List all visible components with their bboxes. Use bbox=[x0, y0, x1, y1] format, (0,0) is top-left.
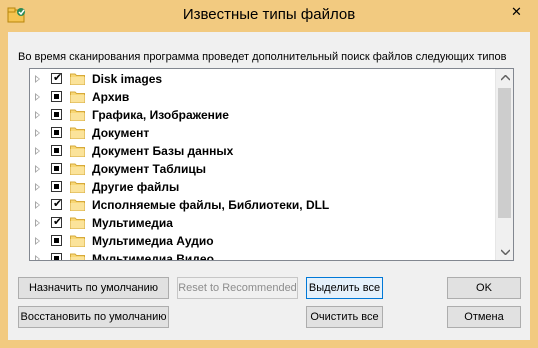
tree-item-label: Мультимедиа bbox=[92, 216, 173, 230]
tree-item[interactable]: Другие файлы bbox=[30, 178, 494, 196]
set-default-button[interactable]: Назначить по умолчанию bbox=[18, 277, 169, 299]
tree-item-label: Disk images bbox=[92, 72, 163, 86]
dialog-window: Известные типы файлов ✕ Во время сканиро… bbox=[0, 0, 538, 348]
tree-item[interactable]: ✔ Disk images bbox=[30, 70, 494, 88]
tree-item-label: Исполняемые файлы, Библиотеки, DLL bbox=[92, 198, 330, 212]
reset-recommended-button[interactable]: Reset to Recommended bbox=[177, 277, 298, 299]
scroll-down-button[interactable] bbox=[496, 243, 513, 260]
item-checkbox[interactable]: ✔ bbox=[51, 215, 63, 228]
item-checkbox[interactable] bbox=[51, 235, 62, 246]
expand-arrow-icon[interactable] bbox=[35, 129, 40, 137]
indeterminate-icon bbox=[54, 112, 59, 117]
tree-item-label: Мультимедиа Аудио bbox=[92, 234, 214, 248]
expand-arrow-icon[interactable] bbox=[35, 219, 40, 227]
folder-icon bbox=[70, 199, 85, 211]
window-title: Известные типы файлов bbox=[182, 6, 356, 23]
arrow-down-icon bbox=[500, 248, 510, 255]
tree-item[interactable]: Архив bbox=[30, 88, 494, 106]
item-checkbox[interactable] bbox=[51, 91, 62, 102]
close-button[interactable]: ✕ bbox=[495, 0, 538, 25]
folder-icon bbox=[70, 235, 85, 247]
scroll-thumb[interactable] bbox=[498, 88, 511, 218]
select-all-button[interactable]: Выделить все bbox=[306, 277, 383, 299]
scroll-up-button[interactable] bbox=[496, 69, 513, 86]
folder-icon bbox=[70, 127, 85, 139]
folder-icon bbox=[70, 91, 85, 103]
tree-item[interactable]: Мультимедиа Видео bbox=[30, 250, 494, 261]
restore-default-button[interactable]: Восстановить по умолчанию bbox=[18, 306, 169, 328]
expand-arrow-icon[interactable] bbox=[35, 165, 40, 173]
item-checkbox[interactable]: ✔ bbox=[51, 71, 63, 84]
tree-item-label: Документ bbox=[92, 126, 150, 140]
expand-arrow-icon[interactable] bbox=[35, 201, 40, 209]
item-checkbox[interactable] bbox=[51, 145, 62, 156]
tree-item-label: Архив bbox=[92, 90, 130, 104]
tree-item[interactable]: Мультимедиа Аудио bbox=[30, 232, 494, 250]
arrow-up-icon bbox=[500, 74, 510, 81]
checkmark-icon: ✔ bbox=[53, 197, 63, 210]
item-checkbox[interactable] bbox=[51, 253, 62, 260]
checkmark-icon: ✔ bbox=[53, 71, 63, 84]
tree-item[interactable]: Документ Таблицы bbox=[30, 160, 494, 178]
indeterminate-icon bbox=[54, 130, 59, 135]
description-text: Во время сканирования программа проведет… bbox=[18, 51, 507, 63]
folder-icon bbox=[70, 145, 85, 157]
item-checkbox[interactable] bbox=[51, 109, 62, 120]
folder-icon bbox=[70, 109, 85, 121]
expand-arrow-icon[interactable] bbox=[35, 255, 40, 260]
tree-item-label: Документ Базы данных bbox=[92, 144, 234, 158]
item-checkbox[interactable] bbox=[51, 127, 62, 138]
tree-item[interactable]: ✔ Исполняемые файлы, Библиотеки, DLL bbox=[30, 196, 494, 214]
title-bar[interactable]: Известные типы файлов ✕ bbox=[0, 0, 538, 32]
indeterminate-icon bbox=[54, 256, 59, 260]
indeterminate-icon bbox=[54, 166, 59, 171]
expand-arrow-icon[interactable] bbox=[35, 111, 40, 119]
item-checkbox[interactable]: ✔ bbox=[51, 197, 63, 210]
ok-button[interactable]: OK bbox=[447, 277, 521, 299]
indeterminate-icon bbox=[54, 238, 59, 243]
folder-icon bbox=[70, 217, 85, 229]
folder-icon bbox=[70, 253, 85, 260]
expand-arrow-icon[interactable] bbox=[35, 237, 40, 245]
file-types-tree[interactable]: ✔ Disk images Архив Графика, Изображение Док… bbox=[29, 68, 514, 261]
expand-arrow-icon[interactable] bbox=[35, 75, 40, 83]
clear-all-button[interactable]: Очистить все bbox=[306, 306, 383, 328]
folder-icon bbox=[70, 73, 85, 85]
tree-item-label: Документ Таблицы bbox=[92, 162, 206, 176]
folder-icon bbox=[70, 181, 85, 193]
tree-item[interactable]: Документ Базы данных bbox=[30, 142, 494, 160]
tree-item-label: Графика, Изображение bbox=[92, 108, 229, 122]
folder-icon bbox=[70, 163, 85, 175]
expand-arrow-icon[interactable] bbox=[35, 93, 40, 101]
tree-item[interactable]: Документ bbox=[30, 124, 494, 142]
tree-item[interactable]: Графика, Изображение bbox=[30, 106, 494, 124]
cancel-button[interactable]: Отмена bbox=[447, 306, 521, 328]
indeterminate-icon bbox=[54, 94, 59, 99]
vertical-scrollbar[interactable] bbox=[495, 69, 513, 260]
expand-arrow-icon[interactable] bbox=[35, 183, 40, 191]
checkmark-icon: ✔ bbox=[53, 215, 63, 228]
tree-item-label: Мультимедиа Видео bbox=[92, 252, 214, 261]
indeterminate-icon bbox=[54, 184, 59, 189]
tree-item[interactable]: ✔ Мультимедиа bbox=[30, 214, 494, 232]
tree-item-label: Другие файлы bbox=[92, 180, 180, 194]
close-icon: ✕ bbox=[511, 5, 522, 20]
item-checkbox[interactable] bbox=[51, 181, 62, 192]
indeterminate-icon bbox=[54, 148, 59, 153]
expand-arrow-icon[interactable] bbox=[35, 147, 40, 155]
item-checkbox[interactable] bbox=[51, 163, 62, 174]
